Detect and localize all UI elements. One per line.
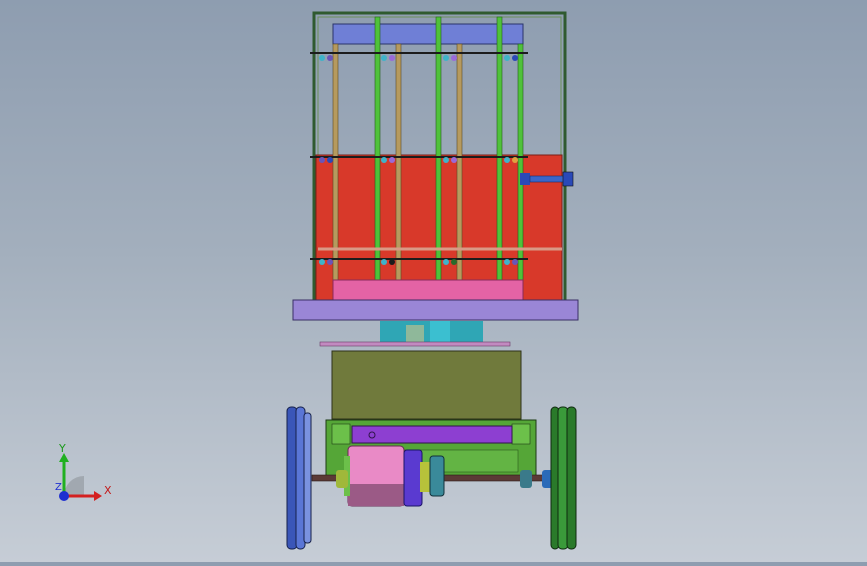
coordinate-triad: X Y Z [48,440,118,510]
top-plate[interactable] [332,23,524,45]
left-wheel[interactable] [286,406,312,550]
assembly-model[interactable] [0,0,867,562]
triad-z-label: Z [55,482,62,493]
olive-box[interactable] [331,350,522,420]
cad-viewport[interactable] [0,0,867,562]
thin-plate [319,341,511,347]
base-plate[interactable] [292,299,579,321]
pink-plate[interactable] [332,279,524,302]
right-wheel[interactable] [550,406,577,550]
purple-bar[interactable] [351,425,513,444]
triad-x-label: X [104,484,112,497]
triad-y-label: Y [59,442,66,455]
motor[interactable] [344,445,405,507]
cylinder-column[interactable] [380,321,483,343]
